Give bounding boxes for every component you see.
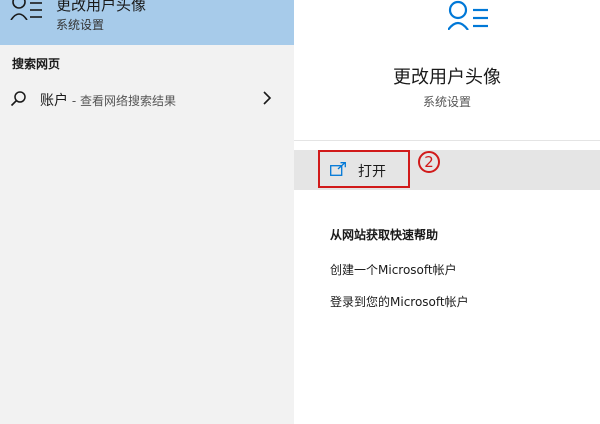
best-match-result[interactable]: 更改用户头像 系统设置 [0,0,294,45]
help-link-create-account[interactable]: 创建一个Microsoft帐户 [330,261,457,278]
web-search-result[interactable]: 账户 - 查看网络搜索结果 [0,84,294,114]
divider [294,140,600,141]
chevron-right-icon[interactable] [262,91,272,105]
web-search-query: 账户 [40,93,68,109]
app-subtitle: 系统设置 [422,95,471,109]
best-match-subtitle: 系统设置 [56,18,105,32]
user-accounts-icon [10,0,42,20]
app-title: 更改用户头像 [393,67,501,88]
open-button-label: 打开 [358,164,386,180]
help-section-title: 从网站获取快速帮助 [330,228,439,242]
help-link-sign-in[interactable]: 登录到您的Microsoft帐户 [330,293,469,310]
web-search-label: 账户 - 查看网络搜索结果 [40,90,176,110]
web-section-label: 搜索网页 [12,57,61,71]
search-icon [10,91,26,107]
search-results-pane: 更改用户头像 系统设置 搜索网页 账户 - 查看网络搜索结果 [0,0,294,424]
web-search-hint: - 查看网络搜索结果 [68,94,176,108]
details-pane: 更改用户头像 系统设置 打开 2 从网站获取快速帮助 创建一个Microsoft… [294,0,600,424]
open-window-icon [330,162,346,176]
user-accounts-large-icon [448,0,488,30]
step-number-badge: 2 [418,151,440,173]
open-action[interactable]: 打开 2 [294,150,600,190]
best-match-title: 更改用户头像 [56,0,147,14]
